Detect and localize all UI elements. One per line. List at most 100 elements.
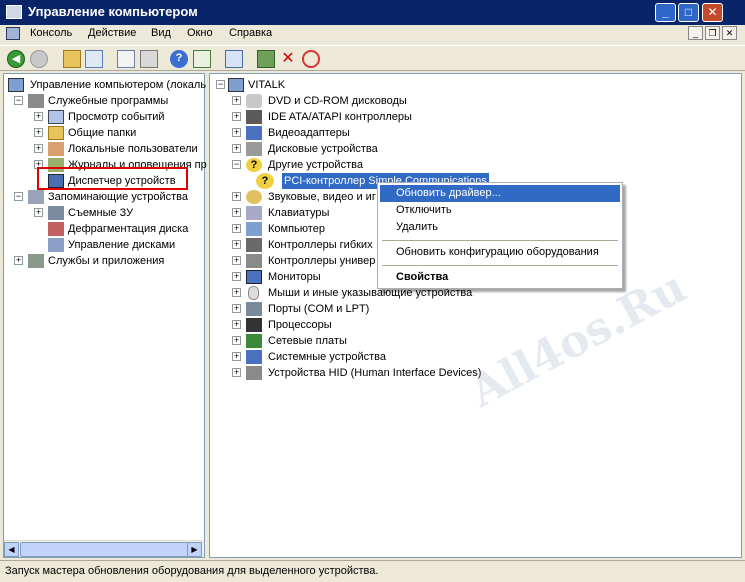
- menu-separator: [382, 240, 618, 241]
- scroll-thumb[interactable]: [20, 542, 198, 557]
- disk-management-icon: [48, 238, 64, 252]
- expand-icon[interactable]: +: [232, 336, 241, 345]
- disk-drive-icon: [246, 142, 262, 156]
- console-app-icon[interactable]: [6, 27, 20, 40]
- expand-icon[interactable]: +: [232, 240, 241, 249]
- export-icon[interactable]: [193, 50, 211, 68]
- mdi-minimize-button[interactable]: _: [688, 26, 703, 40]
- close-button[interactable]: ✕: [702, 3, 723, 22]
- removable-storage-icon: [48, 206, 64, 220]
- device-tree-pane[interactable]: − VITALK + DVD и CD-ROM дисководы + IDE …: [209, 73, 742, 558]
- disable-icon[interactable]: [302, 50, 320, 68]
- monitor-icon: [246, 270, 262, 284]
- status-text: Запуск мастера обновления оборудования д…: [5, 565, 379, 577]
- processor-icon: [246, 318, 262, 332]
- toolbar: ◀ ? ✕: [0, 45, 745, 71]
- hid-icon: [246, 366, 262, 380]
- port-icon: [246, 302, 262, 316]
- services-icon: [28, 254, 44, 268]
- maximize-button[interactable]: □: [678, 3, 699, 22]
- computer-icon: [246, 222, 262, 236]
- keyboard-icon: [246, 206, 262, 220]
- context-menu: Обновить драйвер... Отключить Удалить Об…: [377, 182, 623, 289]
- expand-icon[interactable]: +: [232, 208, 241, 217]
- mouse-icon: [248, 286, 259, 300]
- menu-help[interactable]: Справка: [229, 27, 272, 39]
- defrag-icon: [48, 222, 64, 236]
- menu-item-scan-hardware[interactable]: Обновить конфигурацию оборудования: [380, 244, 620, 261]
- event-viewer-icon: [48, 110, 64, 124]
- menu-item-disable[interactable]: Отключить: [380, 202, 620, 219]
- expand-icon[interactable]: +: [232, 320, 241, 329]
- shared-folder-icon: [48, 126, 64, 140]
- storage-icon: [28, 190, 44, 204]
- warning-icon: ?: [256, 173, 274, 189]
- console-tree-pane[interactable]: Управление компьютером (локаль − Служебн…: [3, 73, 207, 558]
- expand-icon[interactable]: +: [232, 144, 241, 153]
- menu-item-properties[interactable]: Свойства: [380, 269, 620, 286]
- expand-icon[interactable]: +: [34, 144, 43, 153]
- expand-icon[interactable]: +: [232, 272, 241, 281]
- expand-icon[interactable]: +: [34, 112, 43, 121]
- users-icon: [48, 142, 64, 156]
- menu-console[interactable]: Консоль: [30, 27, 72, 39]
- expand-icon[interactable]: +: [232, 112, 241, 121]
- menu-window[interactable]: Окно: [187, 27, 213, 39]
- expand-icon[interactable]: +: [34, 128, 43, 137]
- expand-icon[interactable]: +: [232, 304, 241, 313]
- expand-icon[interactable]: +: [14, 256, 23, 265]
- uninstall-icon[interactable]: ✕: [279, 50, 297, 68]
- computer-management-icon: [6, 5, 22, 19]
- highlight-frame: [37, 167, 188, 190]
- forward-icon[interactable]: [30, 50, 48, 68]
- expand-icon[interactable]: +: [232, 256, 241, 265]
- video-adapter-icon: [246, 126, 262, 140]
- left-horizontal-scrollbar[interactable]: ◀ ▶: [4, 540, 204, 557]
- expand-icon[interactable]: +: [232, 224, 241, 233]
- back-icon[interactable]: ◀: [7, 50, 25, 68]
- computer-icon: [8, 78, 24, 92]
- expand-icon[interactable]: +: [232, 96, 241, 105]
- expand-icon[interactable]: +: [232, 128, 241, 137]
- expand-icon[interactable]: +: [232, 192, 241, 201]
- system-device-icon: [246, 350, 262, 364]
- scroll-right-icon[interactable]: ▶: [187, 542, 202, 557]
- expand-icon[interactable]: +: [232, 368, 241, 377]
- print-icon[interactable]: [140, 50, 158, 68]
- mdi-restore-button[interactable]: ❐: [705, 26, 720, 40]
- up-folder-icon[interactable]: [63, 50, 81, 68]
- properties-icon[interactable]: [117, 50, 135, 68]
- expand-icon[interactable]: +: [232, 352, 241, 361]
- tools-icon: [28, 94, 44, 108]
- title-bar[interactable]: Управление компьютером _ □ ✕: [0, 0, 745, 25]
- sound-icon: [246, 190, 262, 204]
- scan-hardware-icon[interactable]: [225, 50, 243, 68]
- mdi-close-button[interactable]: ✕: [722, 26, 737, 40]
- dvd-drive-icon: [246, 94, 262, 108]
- show-tree-icon[interactable]: [85, 50, 103, 68]
- ide-controller-icon: [246, 110, 262, 124]
- menu-item-update-driver[interactable]: Обновить драйвер...: [380, 185, 620, 202]
- menu-view[interactable]: Вид: [151, 27, 171, 39]
- minimize-button[interactable]: _: [655, 3, 676, 22]
- expand-icon[interactable]: +: [232, 288, 241, 297]
- menu-bar: Консоль Действие Вид Окно Справка _ ❐ ✕: [0, 25, 745, 44]
- window-title: Управление компьютером: [28, 4, 198, 19]
- update-driver-icon[interactable]: [257, 50, 275, 68]
- scroll-left-icon[interactable]: ◀: [4, 542, 19, 557]
- network-adapter-icon: [246, 334, 262, 348]
- help-icon[interactable]: ?: [170, 50, 188, 68]
- menu-separator: [382, 265, 618, 266]
- collapse-icon[interactable]: −: [216, 80, 225, 89]
- status-bar: Запуск мастера обновления оборудования д…: [0, 560, 745, 582]
- expand-icon[interactable]: +: [34, 208, 43, 217]
- computer-icon: [228, 78, 244, 92]
- menu-action[interactable]: Действие: [88, 27, 136, 39]
- usb-icon: [246, 254, 262, 268]
- collapse-icon[interactable]: −: [14, 96, 23, 105]
- menu-item-delete[interactable]: Удалить: [380, 219, 620, 236]
- floppy-controller-icon: [246, 238, 262, 252]
- collapse-icon[interactable]: −: [232, 160, 241, 169]
- unknown-device-icon: ?: [246, 158, 262, 172]
- collapse-icon[interactable]: −: [14, 192, 23, 201]
